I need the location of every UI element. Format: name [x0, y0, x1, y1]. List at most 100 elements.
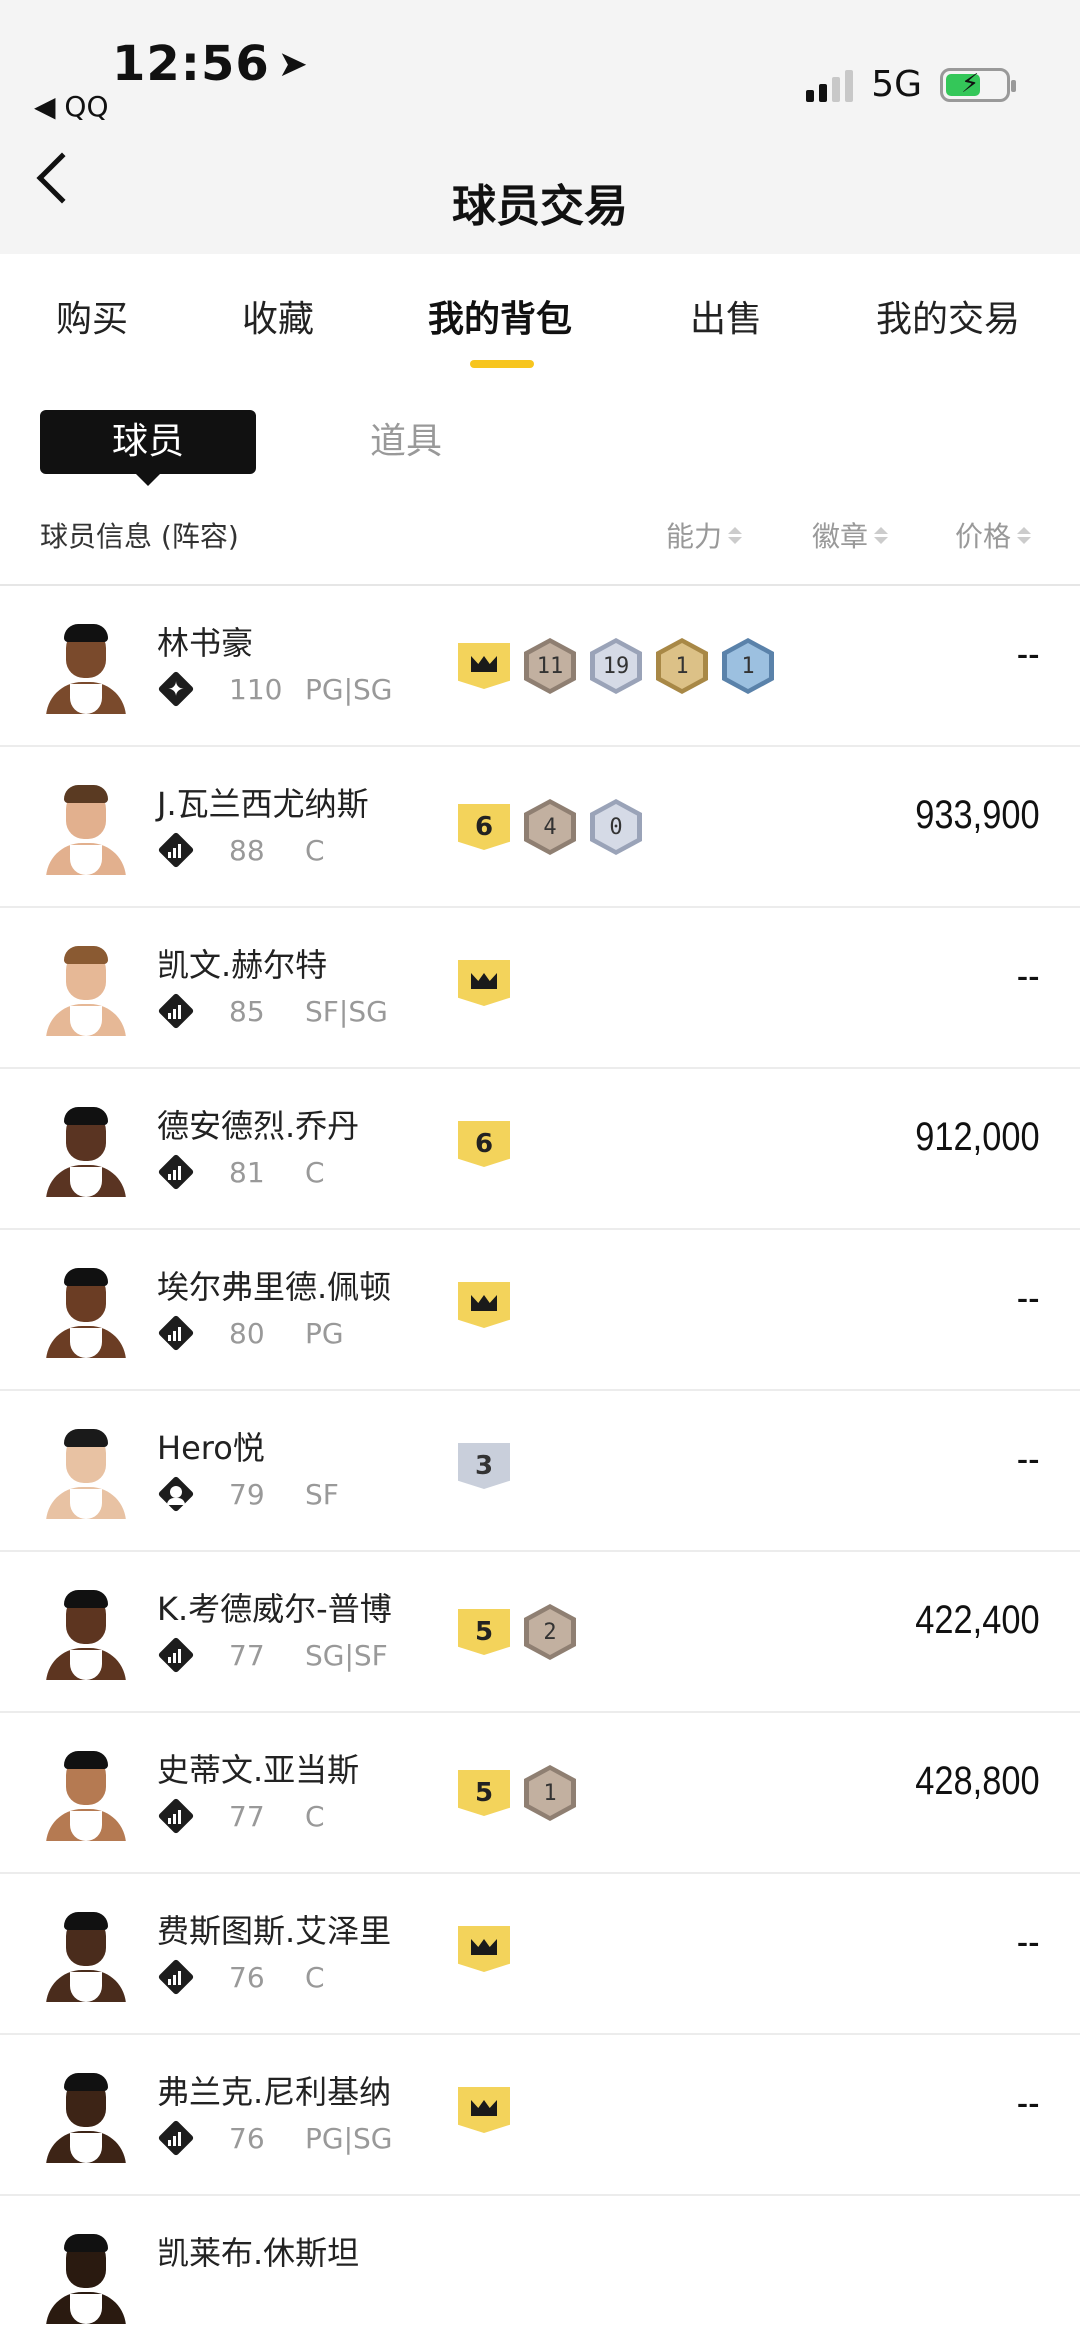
star-glyph: ✦: [167, 677, 185, 701]
player-position: C: [305, 1799, 325, 1833]
bars-icon: [157, 831, 195, 869]
avatar-hair: [64, 946, 108, 964]
player-row[interactable]: 凯文.赫尔特 85 SF|SG --: [0, 908, 1080, 1069]
player-row[interactable]: 史蒂文.亚当斯 77 C 5 1 428,800: [0, 1713, 1080, 1874]
badge-count-value: 1: [529, 1770, 571, 1816]
player-row[interactable]: 林书豪 ✦ 110 PG|SG 11 19 1 1 --: [0, 586, 1080, 747]
bars-glyph: [168, 842, 181, 858]
player-position: SF: [305, 1477, 339, 1511]
player-meta: 76 PG|SG: [157, 2119, 393, 2157]
location-arrow-icon: ➤: [277, 44, 309, 85]
tier-badge: 3: [458, 1443, 510, 1489]
badge-count-value: 1: [727, 643, 769, 689]
player-meta: 76 C: [157, 1958, 325, 1996]
player-position: PG|SG: [305, 2121, 393, 2155]
page-title: 球员交易: [452, 181, 628, 232]
player-badges: [458, 2087, 510, 2133]
tab-my-backpack[interactable]: 我的背包: [428, 290, 572, 342]
tab-my-trades[interactable]: 我的交易: [876, 290, 1020, 342]
player-badges: 52: [458, 1604, 576, 1660]
tier-badge: [458, 960, 510, 1006]
bars-icon: [157, 992, 195, 1030]
player-row[interactable]: 费斯图斯.艾泽里 76 C --: [0, 1874, 1080, 2035]
badge-count-value: 0: [595, 804, 637, 850]
status-time-text: 12:56: [112, 36, 270, 92]
player-row[interactable]: Hero悦 79 SF 3 --: [0, 1391, 1080, 1552]
bars-glyph: [168, 1164, 181, 1180]
badge-count-value: 1: [661, 643, 703, 689]
player-position: C: [305, 1960, 325, 1994]
player-position: C: [305, 1155, 325, 1189]
status-time: 12:56 ➤: [112, 36, 309, 92]
player-row[interactable]: 弗兰克.尼利基纳 76 PG|SG --: [0, 2035, 1080, 2196]
player-rating: 80: [229, 1316, 265, 1350]
player-badges: 11 19 1 1: [458, 638, 774, 694]
player-price: --: [1017, 2081, 1040, 2125]
player-row[interactable]: 凯莱布.休斯坦: [0, 2196, 1080, 2348]
sort-ability[interactable]: 能力: [666, 515, 743, 555]
avatar-hair: [64, 1107, 108, 1125]
subtab-players[interactable]: 球员: [40, 410, 256, 486]
column-badge-label: 徽章: [812, 520, 869, 553]
bars-icon: [157, 2119, 195, 2157]
avatar-hair: [64, 1590, 108, 1608]
player-avatar: [40, 2232, 132, 2324]
tier-badge: [458, 1926, 510, 1972]
bars-glyph: [168, 1325, 181, 1341]
player-meta: 80 PG: [157, 1314, 344, 1352]
avatar-hair: [64, 785, 108, 803]
player-row[interactable]: 埃尔弗里德.佩顿 80 PG --: [0, 1230, 1080, 1391]
bars-icon: [157, 1636, 195, 1674]
player-avatar: [40, 622, 132, 714]
bars-glyph: [168, 1808, 181, 1824]
sort-badge[interactable]: 徽章: [812, 515, 889, 555]
player-avatar: [40, 1105, 132, 1197]
tab-sell[interactable]: 出售: [690, 290, 762, 342]
player-position: PG: [305, 1316, 344, 1350]
player-meta: 77 C: [157, 1797, 325, 1835]
player-rating: 85: [229, 994, 265, 1028]
crown-icon: [471, 2100, 497, 2116]
top-bar: 12:56 ➤ ◀ QQ 5G ⚡ 球员交易: [0, 0, 1080, 254]
player-row[interactable]: K.考德威尔-普博 77 SG|SF 5 2 422,400: [0, 1552, 1080, 1713]
player-badges: 6: [458, 1121, 510, 1167]
player-row[interactable]: 德安德烈.乔丹 81 C 6 912,000: [0, 1069, 1080, 1230]
player-row[interactable]: J.瓦兰西尤纳斯 88 C 6 4 0 933,900: [0, 747, 1080, 908]
player-badges: 51: [458, 1765, 576, 1821]
badge-count-value: 11: [529, 643, 571, 689]
player-avatar: [40, 944, 132, 1036]
bars-glyph: [168, 1003, 181, 1019]
player-meta: 85 SF|SG: [157, 992, 388, 1030]
tier-badge: 5: [458, 1609, 510, 1655]
player-name: 德安德烈.乔丹: [157, 1107, 360, 1145]
player-meta: ✦ 110 PG|SG: [157, 670, 393, 708]
player-name: 弗兰克.尼利基纳: [157, 2073, 392, 2111]
person-glyph: [167, 1486, 185, 1505]
avatar-hair: [64, 2073, 108, 2091]
sort-price[interactable]: 价格: [955, 515, 1032, 555]
player-meta: 81 C: [157, 1153, 325, 1191]
person-icon: [157, 1475, 195, 1513]
player-name: 凯文.赫尔特: [157, 946, 328, 984]
tab-favorites[interactable]: 收藏: [242, 290, 314, 342]
back-to-app-link[interactable]: ◀ QQ: [34, 90, 109, 123]
subtab-items[interactable]: 道具: [370, 410, 442, 474]
avatar-hair: [64, 1751, 108, 1769]
player-price: --: [1017, 1920, 1040, 1964]
avatar-hair: [64, 1912, 108, 1930]
player-badges: [458, 960, 510, 1006]
player-name: 史蒂文.亚当斯: [157, 1751, 360, 1789]
badge-count-bronze: 11: [524, 638, 576, 694]
tab-buy[interactable]: 购买: [56, 290, 128, 342]
player-rating: 76: [229, 1960, 265, 1994]
player-badges: [458, 1926, 510, 1972]
column-info: 球员信息 (阵容): [40, 520, 239, 553]
player-list: 林书豪 ✦ 110 PG|SG 11 19 1 1 -- J.瓦兰西尤纳斯 88 C 6 4 0 933,90…: [0, 586, 1080, 2348]
badge-count-silver: 0: [590, 799, 642, 855]
network-label: 5G: [871, 64, 922, 105]
bars-icon: [157, 1314, 195, 1352]
crown-icon: [471, 1295, 497, 1311]
player-name: 凯莱布.休斯坦: [157, 2234, 360, 2272]
crown-icon: [471, 656, 497, 672]
player-price: --: [1017, 632, 1040, 676]
